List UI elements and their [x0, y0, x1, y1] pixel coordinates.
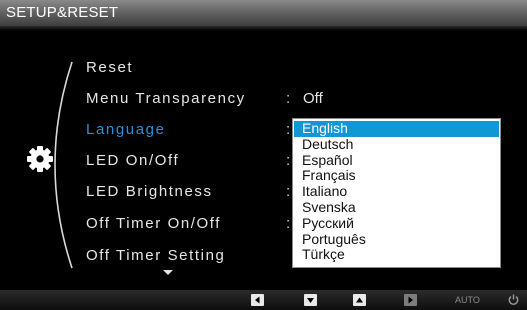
- menu-colon: :: [286, 152, 291, 169]
- language-option-francais[interactable]: Français: [293, 168, 500, 184]
- auto-button[interactable]: AUTO: [455, 293, 480, 307]
- power-icon[interactable]: [507, 293, 520, 306]
- language-option-espanol[interactable]: Español: [293, 152, 500, 169]
- osd-window: SETUP&RESET Reset Menu Transparency Lang…: [0, 0, 527, 310]
- menu-item-label: Reset: [86, 59, 134, 76]
- language-option-turkce[interactable]: Türkçe: [293, 247, 500, 263]
- language-option-russian[interactable]: Русский: [293, 215, 500, 232]
- menu-item-label: LED Brightness: [86, 183, 213, 200]
- menu-title: SETUP&RESET: [6, 4, 119, 21]
- menu-item-reset[interactable]: Reset: [86, 59, 133, 77]
- language-option-english[interactable]: English: [294, 120, 499, 137]
- menu-colon: :: [286, 183, 291, 200]
- up-arrow-icon[interactable]: [353, 294, 366, 306]
- menu-item-label: Menu Transparency: [86, 90, 246, 107]
- bottom-key-bar: AUTO: [0, 290, 527, 310]
- menu-item-led-brightness[interactable]: LED Brightness: [86, 183, 213, 201]
- menu-item-off-timer-setting[interactable]: Off Timer Setting: [86, 247, 225, 265]
- language-option-deutsch[interactable]: Deutsch: [293, 136, 500, 153]
- language-option-italiano[interactable]: Italiano: [293, 183, 500, 200]
- gear-icon: [27, 146, 53, 172]
- menu-colon: :: [286, 90, 291, 107]
- language-dropdown[interactable]: English Deutsch Español Français Italian…: [292, 118, 501, 268]
- enter-icon[interactable]: [404, 294, 417, 306]
- menu-item-language[interactable]: Language: [86, 121, 166, 139]
- left-arrow-icon[interactable]: [251, 294, 264, 306]
- menu-item-label: Off Timer Setting: [86, 247, 226, 264]
- menu-item-label: Off Timer On/Off: [86, 215, 222, 232]
- title-bar-shadow: [0, 26, 527, 31]
- language-option-portugues[interactable]: Português: [293, 231, 500, 248]
- menu-item-label: LED On/Off: [86, 152, 180, 169]
- scroll-down-arrow-icon[interactable]: [163, 270, 173, 275]
- menu-item-led-on-off[interactable]: LED On/Off: [86, 152, 179, 170]
- menu-colon: :: [286, 121, 291, 138]
- menu-item-off-timer-on-off[interactable]: Off Timer On/Off: [86, 215, 221, 233]
- menu-item-menu-transparency[interactable]: Menu Transparency: [86, 90, 246, 108]
- menu-transparency-value: Off: [303, 90, 323, 107]
- language-option-svenska[interactable]: Svenska: [293, 199, 500, 216]
- title-bar: SETUP&RESET: [0, 0, 527, 26]
- menu-colon: :: [286, 215, 291, 232]
- menu-item-label: Language: [86, 121, 166, 138]
- down-arrow-icon[interactable]: [304, 294, 317, 306]
